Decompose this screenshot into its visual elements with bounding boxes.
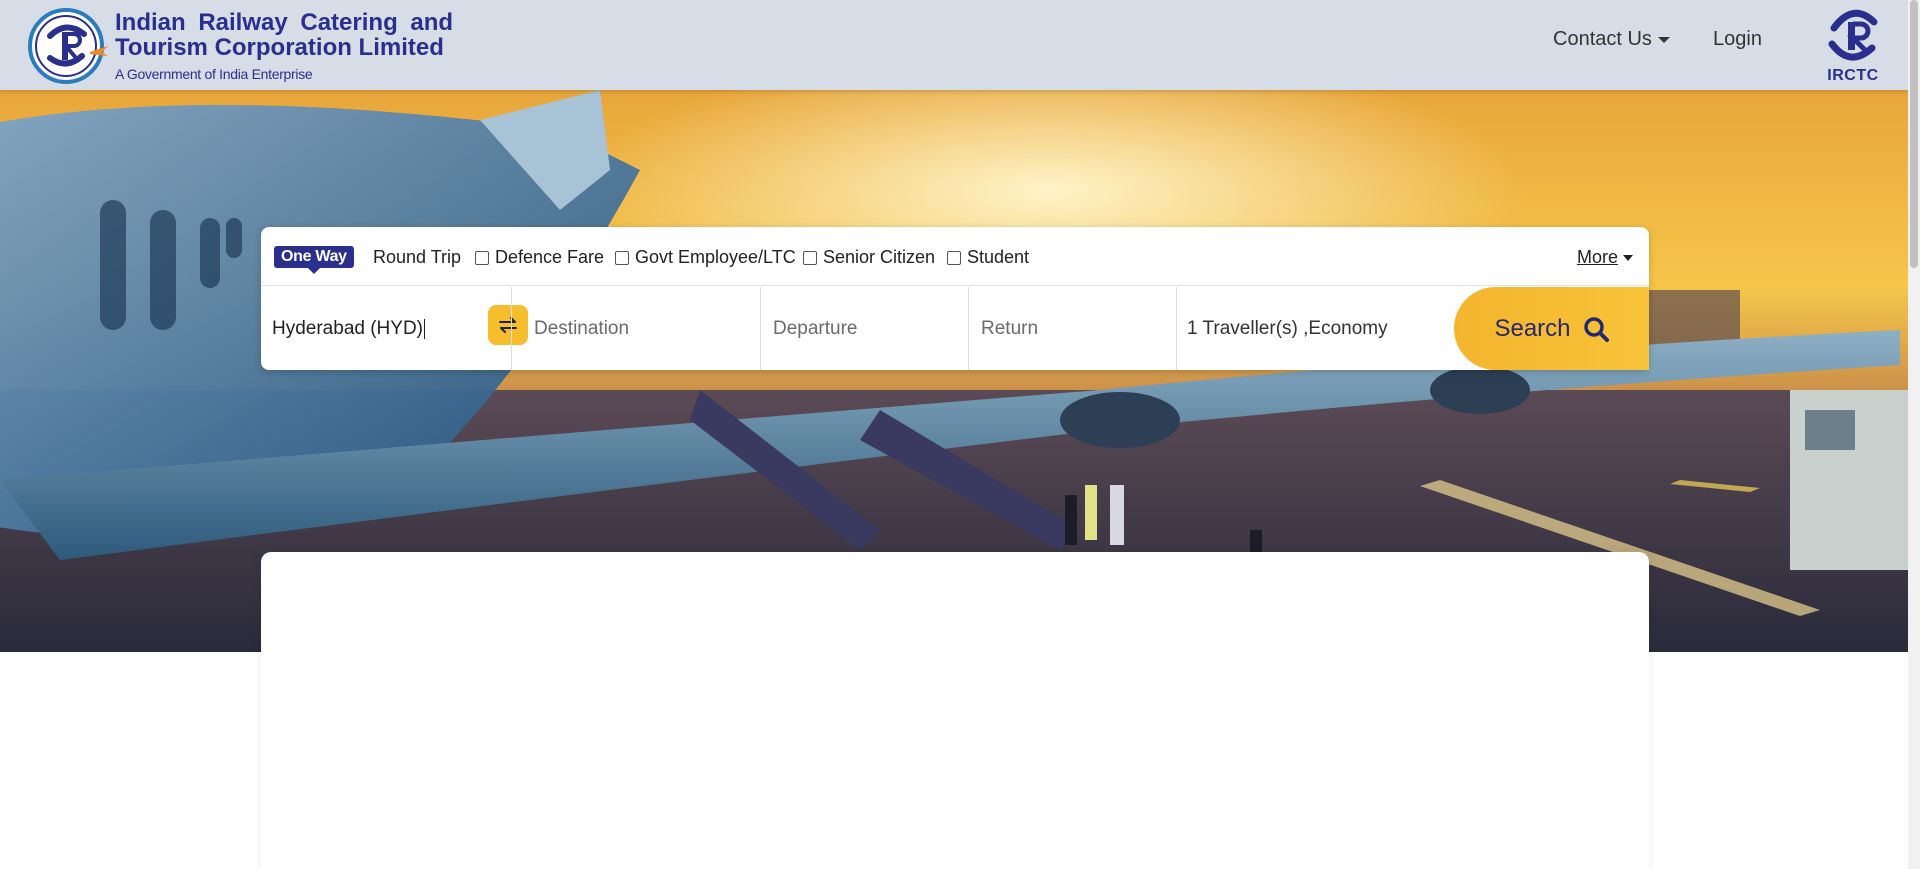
field-divider xyxy=(1176,287,1177,370)
page-scrollbar[interactable] xyxy=(1908,0,1920,869)
swap-icon xyxy=(499,317,517,333)
senior-citizen-checkbox[interactable] xyxy=(803,250,817,265)
student-label: Student xyxy=(967,247,1030,267)
irctc-mark-label: IRCTC xyxy=(1827,67,1879,84)
chevron-down-icon xyxy=(1623,254,1634,261)
field-divider xyxy=(511,287,512,370)
student-option[interactable]: Student xyxy=(947,247,1029,268)
govt-employee-checkbox[interactable] xyxy=(615,250,629,265)
text-cursor xyxy=(424,318,425,339)
govt-employee-option[interactable]: Govt Employee/LTC xyxy=(615,247,796,268)
origin-input[interactable]: Hyderabad (HYD) xyxy=(272,287,502,370)
irctc-emblem-logo[interactable] xyxy=(26,6,110,84)
flight-search-panel: One Way Round Trip Defence Fare Govt Emp… xyxy=(261,227,1649,370)
field-divider xyxy=(760,287,761,370)
scrollbar-thumb[interactable] xyxy=(1910,0,1918,268)
departure-placeholder: Departure xyxy=(773,317,858,339)
tab-round-trip[interactable]: Round Trip xyxy=(373,247,461,268)
traveller-value: 1 Traveller(s) ,Economy xyxy=(1187,317,1388,339)
content-card xyxy=(261,552,1649,869)
tab-one-way[interactable]: One Way xyxy=(274,246,354,274)
departure-date-input[interactable]: Departure xyxy=(773,287,963,370)
org-name-block: Indian Railway Catering and Tourism Corp… xyxy=(115,10,453,82)
org-name-line2: Tourism Corporation Limited xyxy=(115,34,444,61)
search-button[interactable]: Search xyxy=(1454,287,1649,370)
irctc-logo-icon xyxy=(1828,9,1878,61)
contact-us-label: Contact Us xyxy=(1553,28,1652,50)
org-subtitle: A Government of India Enterprise xyxy=(115,66,313,82)
return-date-input[interactable]: Return xyxy=(981,287,1171,370)
site-header: Indian Railway Catering and Tourism Corp… xyxy=(0,0,1908,90)
field-divider xyxy=(968,287,969,370)
return-placeholder: Return xyxy=(981,317,1039,339)
contact-us-dropdown[interactable]: Contact Us xyxy=(1553,28,1670,51)
more-label: More xyxy=(1577,247,1619,267)
more-dropdown[interactable]: More xyxy=(1577,247,1634,268)
search-icon xyxy=(1583,316,1609,342)
traveller-class-selector[interactable]: 1 Traveller(s) ,Economy xyxy=(1187,287,1447,370)
swap-button[interactable] xyxy=(488,305,528,345)
origin-value: Hyderabad (HYD) xyxy=(272,317,423,339)
chevron-down-icon xyxy=(1657,36,1670,43)
search-label: Search xyxy=(1494,314,1571,342)
login-link[interactable]: Login xyxy=(1713,28,1762,51)
senior-citizen-label: Senior Citizen xyxy=(823,247,936,267)
trip-options-row: One Way Round Trip Defence Fare Govt Emp… xyxy=(261,227,1649,286)
student-checkbox[interactable] xyxy=(947,250,961,265)
defence-fare-checkbox[interactable] xyxy=(475,250,489,265)
irctc-brand-mark[interactable]: IRCTC xyxy=(1818,4,1888,88)
defence-fare-label: Defence Fare xyxy=(495,247,605,267)
destination-input[interactable]: Destination xyxy=(534,287,754,370)
senior-citizen-option[interactable]: Senior Citizen xyxy=(803,247,935,268)
govt-employee-label: Govt Employee/LTC xyxy=(635,247,796,267)
defence-fare-option[interactable]: Defence Fare xyxy=(475,247,604,268)
search-fields-row: Hyderabad (HYD) Destination Departure Re… xyxy=(261,287,1649,370)
destination-placeholder: Destination xyxy=(534,317,630,339)
org-name-line1: Indian Railway Catering and xyxy=(115,9,454,36)
